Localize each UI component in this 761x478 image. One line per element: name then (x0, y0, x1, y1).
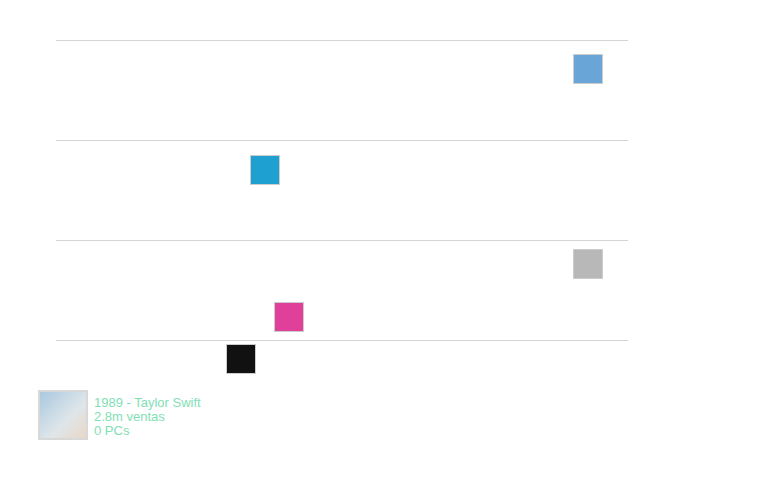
chart-plot (56, 40, 628, 341)
page: 1989 - Taylor Swift2.8m ventas0 PCs (0, 0, 761, 478)
album-point[interactable] (573, 249, 603, 279)
album-point[interactable] (274, 302, 304, 332)
legend-sales: 2.8m ventas (94, 410, 201, 424)
album-point[interactable] (573, 54, 603, 84)
chart-row (56, 141, 628, 241)
legend-title: 1989 - Taylor Swift (94, 396, 201, 410)
album-cover (38, 390, 88, 440)
legend-pcs: 0 PCs (94, 424, 201, 438)
album-point[interactable] (250, 155, 280, 185)
legend-text: 1989 - Taylor Swift2.8m ventas0 PCs (94, 396, 201, 440)
chart-row (56, 41, 628, 141)
legend: 1989 - Taylor Swift2.8m ventas0 PCs (38, 390, 761, 440)
album-point[interactable] (226, 344, 256, 374)
chart-row (56, 241, 628, 341)
